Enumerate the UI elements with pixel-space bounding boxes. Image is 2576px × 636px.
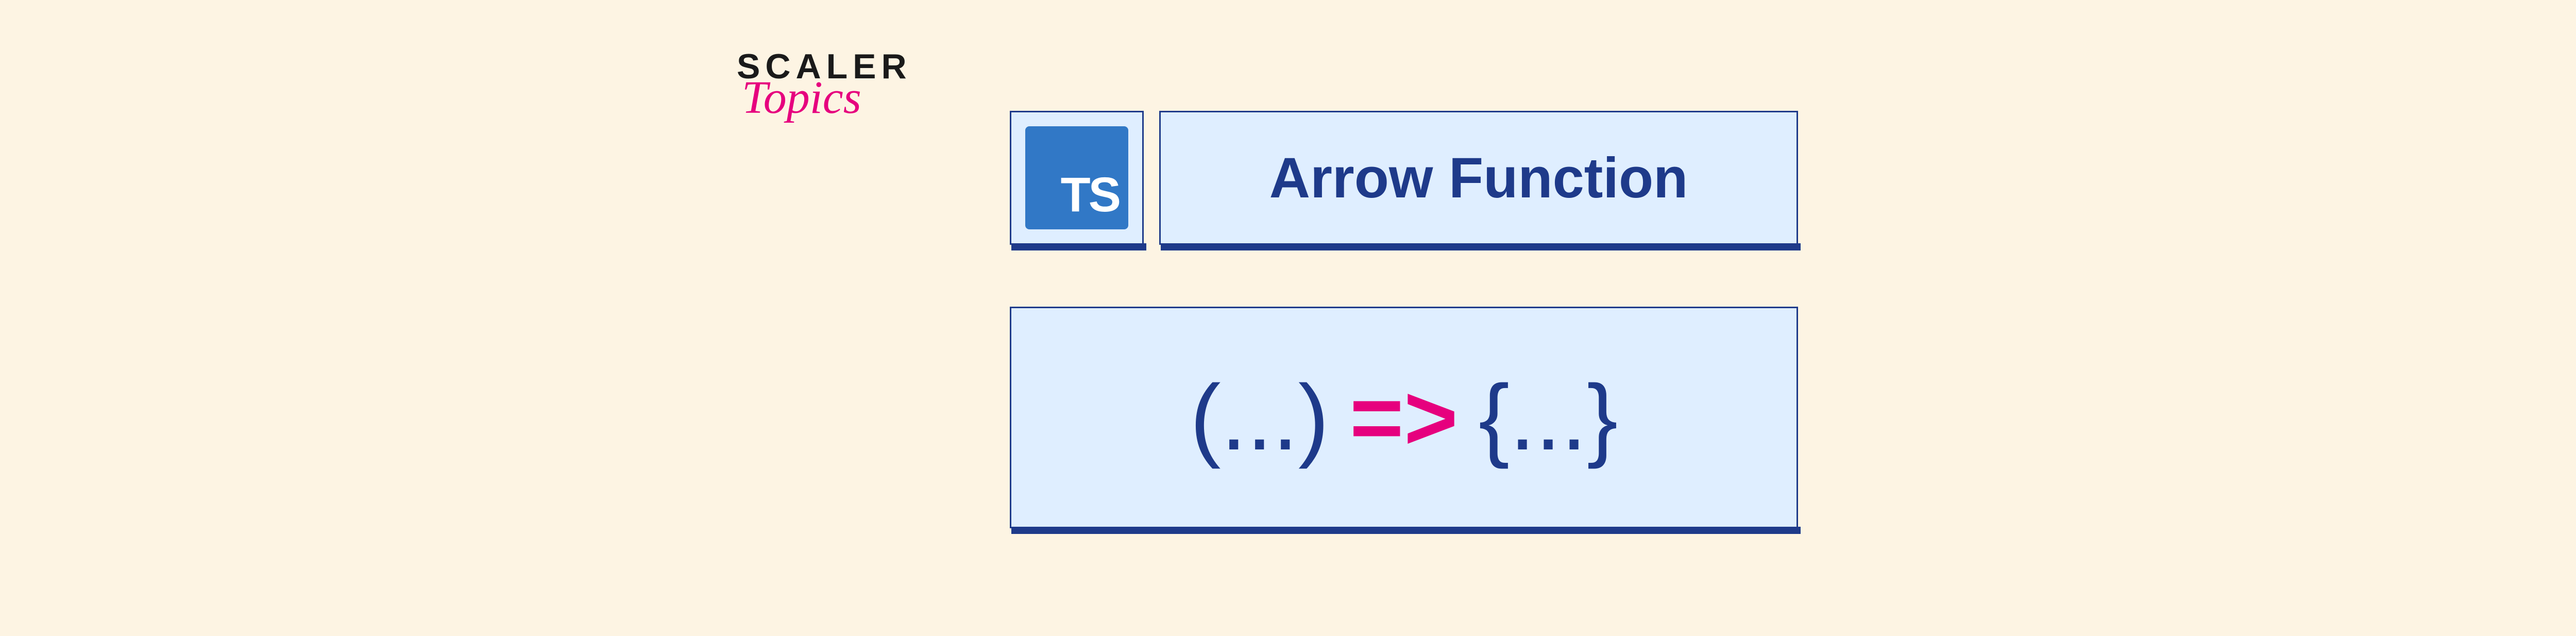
syntax-body: {...} (1479, 364, 1618, 471)
typescript-badge-box: TS (1010, 111, 1144, 245)
syntax-box: (...) => {...} (1010, 307, 1798, 528)
typescript-logo-text: TS (1061, 167, 1119, 223)
scaler-topics-logo: SCALER Topics (737, 46, 912, 124)
header-row: TS Arrow Function (1010, 111, 1798, 245)
typescript-logo: TS (1025, 126, 1128, 229)
title-box: Arrow Function (1159, 111, 1798, 245)
title-text: Arrow Function (1269, 145, 1688, 211)
syntax-params: (...) (1190, 364, 1329, 471)
syntax-arrow: => (1350, 364, 1458, 471)
